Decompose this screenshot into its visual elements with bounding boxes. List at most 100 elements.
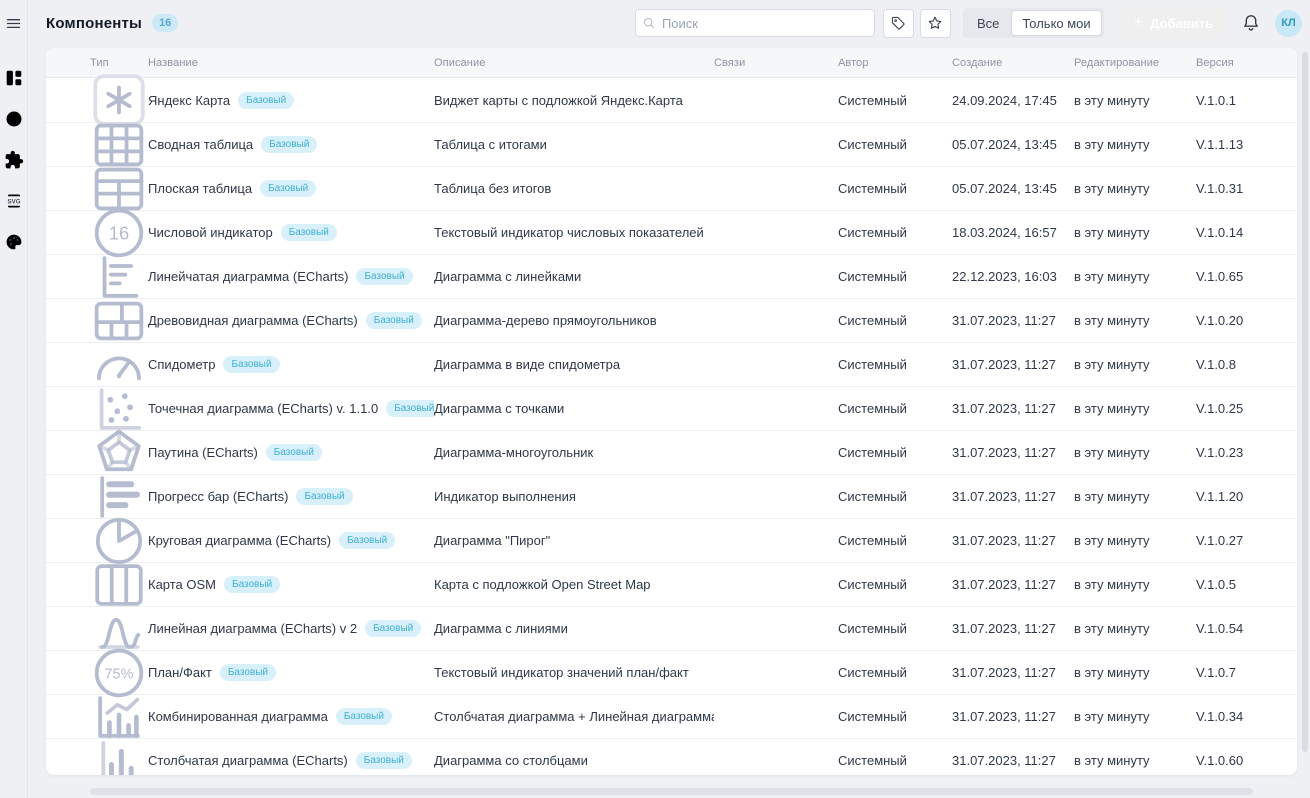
component-edited: в эту минуту (1074, 621, 1196, 636)
components-count-badge: 16 (152, 14, 178, 32)
base-badge: Базовый (266, 444, 322, 461)
component-edited: в эту минуту (1074, 489, 1196, 504)
add-component-button[interactable]: + Добавить (1120, 8, 1227, 38)
base-badge: Базовый (223, 356, 279, 373)
search-icon (642, 16, 656, 30)
table-row[interactable]: Карта OSM Базовый Карта с подложкой Open… (46, 562, 1297, 606)
base-badge: Базовый (281, 224, 337, 241)
sidebar-item-components[interactable] (4, 150, 24, 170)
favorites-filter-button[interactable] (920, 9, 951, 38)
component-name: Линейная диаграмма (ECharts) v 2 (148, 621, 357, 636)
column-header-0: Тип (90, 57, 148, 69)
horizontal-scrollbar-thumb[interactable] (90, 788, 1253, 795)
table-row[interactable]: 16 Числовой индикатор Базовый Текстовый … (46, 210, 1297, 254)
layout-icon (4, 68, 24, 88)
sidebar-item-dashboards[interactable] (4, 68, 24, 88)
notifications-button[interactable] (1241, 13, 1261, 33)
star-icon (927, 15, 943, 31)
topbar: Компоненты 16 Вс (28, 0, 1310, 46)
table-row[interactable]: 75% План/Факт Базовый Текстовый индикато… (46, 650, 1297, 694)
component-version: V.1.0.65 (1196, 269, 1297, 284)
component-author: Системный (838, 709, 952, 724)
pie-chart-icon (4, 109, 24, 129)
base-badge: Базовый (356, 752, 412, 769)
main-area: Компоненты 16 Вс (28, 0, 1310, 798)
table-row[interactable]: Древовидная диаграмма (ECharts) Базовый … (46, 298, 1297, 342)
base-badge: Базовый (220, 664, 276, 681)
component-author: Системный (838, 665, 952, 680)
component-name: Древовидная диаграмма (ECharts) (148, 313, 358, 328)
component-description: Карта с подложкой Open Street Map (434, 577, 714, 592)
component-version: V.1.0.14 (1196, 225, 1297, 240)
svg-text:SVG: SVG (7, 198, 20, 205)
component-created: 31.07.2023, 11:27 (952, 709, 1074, 724)
search-input[interactable] (635, 9, 875, 37)
component-name: Точечная диаграмма (ECharts) v. 1.1.0 (148, 401, 378, 416)
component-author: Системный (838, 93, 952, 108)
palette-icon (4, 232, 24, 252)
tags-filter-button[interactable] (883, 9, 914, 38)
component-description: Диаграмма в виде спидометра (434, 357, 714, 372)
table-row[interactable]: Паутина (ECharts) Базовый Диаграмма-мног… (46, 430, 1297, 474)
vertical-scrollbar-thumb[interactable] (1302, 52, 1308, 752)
column-header-7: Версия (1196, 57, 1297, 69)
component-author: Системный (838, 313, 952, 328)
table-row[interactable]: Круговая диаграмма (ECharts) Базовый Диа… (46, 518, 1297, 562)
hamburger-menu-button[interactable] (0, 0, 28, 46)
table-row[interactable]: Комбинированная диаграмма Базовый Столбч… (46, 694, 1297, 738)
column-header-4: Автор (838, 57, 952, 69)
scope-all-button[interactable]: Все (965, 10, 1011, 36)
bell-icon (1241, 13, 1261, 33)
base-badge: Базовый (260, 180, 316, 197)
component-name: Паутина (ECharts) (148, 445, 258, 460)
component-description: Диаграмма-многоугольник (434, 445, 714, 460)
component-description: Диаграмма-дерево прямоугольников (434, 313, 714, 328)
component-edited: в эту минуту (1074, 401, 1196, 416)
component-description: Виджет карты с подложкой Яндекс.Карта (434, 93, 714, 108)
user-avatar[interactable]: КЛ (1275, 10, 1302, 37)
component-name: Плоская таблица (148, 181, 252, 196)
component-created: 31.07.2023, 11:27 (952, 357, 1074, 372)
component-edited: в эту минуту (1074, 577, 1196, 592)
table-row[interactable]: Точечная диаграмма (ECharts) v. 1.1.0 Ба… (46, 386, 1297, 430)
component-description: Индикатор выполнения (434, 489, 714, 504)
component-created: 24.09.2024, 17:45 (952, 93, 1074, 108)
table-body: Яндекс Карта Базовый Виджет карты с подл… (46, 78, 1297, 775)
component-name: Яндекс Карта (148, 93, 230, 108)
table-row[interactable]: Линейная диаграмма (ECharts) v 2 Базовый… (46, 606, 1297, 650)
table-row[interactable]: Столбчатая диаграмма (ECharts) Базовый Д… (46, 738, 1297, 775)
component-created: 22.12.2023, 16:03 (952, 269, 1074, 284)
plus-icon: + (1134, 15, 1143, 31)
component-version: V.1.0.23 (1196, 445, 1297, 460)
component-version: V.1.0.60 (1196, 753, 1297, 768)
component-created: 31.07.2023, 11:27 (952, 401, 1074, 416)
page-title: Компоненты (46, 15, 142, 32)
column-header-1: Название (148, 57, 434, 69)
base-badge: Базовый (339, 532, 395, 549)
components-table: ТипНазваниеОписаниеСвязиАвторСозданиеРед… (46, 48, 1297, 775)
sidebar-item-charts[interactable] (4, 109, 24, 129)
table-row[interactable]: Спидометр Базовый Диаграмма в виде спидо… (46, 342, 1297, 386)
sidebar-item-palette[interactable] (4, 232, 24, 252)
component-edited: в эту минуту (1074, 753, 1196, 768)
base-badge: Базовый (365, 620, 421, 637)
table-row[interactable]: Линейчатая диаграмма (ECharts) Базовый Д… (46, 254, 1297, 298)
scope-only-mine-button[interactable]: Только мои (1011, 10, 1101, 36)
component-name: Прогресс бар (ECharts) (148, 489, 288, 504)
component-created: 31.07.2023, 11:27 (952, 445, 1074, 460)
hamburger-icon (5, 15, 22, 32)
component-version: V.1.0.1 (1196, 93, 1297, 108)
component-description: Текстовый индикатор числовых показателей (434, 225, 714, 240)
table-row[interactable]: Плоская таблица Базовый Таблица без итог… (46, 166, 1297, 210)
base-badge: Базовый (261, 136, 317, 153)
table-row[interactable]: Яндекс Карта Базовый Виджет карты с подл… (46, 78, 1297, 122)
sidebar-item-svg[interactable]: SVG (4, 191, 24, 211)
search-box (635, 9, 875, 37)
component-version: V.1.0.27 (1196, 533, 1297, 548)
table-row[interactable]: Сводная таблица Базовый Таблица с итогам… (46, 122, 1297, 166)
component-author: Системный (838, 489, 952, 504)
component-name: Числовой индикатор (148, 225, 273, 240)
table-row[interactable]: Прогресс бар (ECharts) Базовый Индикатор… (46, 474, 1297, 518)
component-description: Таблица с итогами (434, 137, 714, 152)
component-edited: в эту минуту (1074, 181, 1196, 196)
